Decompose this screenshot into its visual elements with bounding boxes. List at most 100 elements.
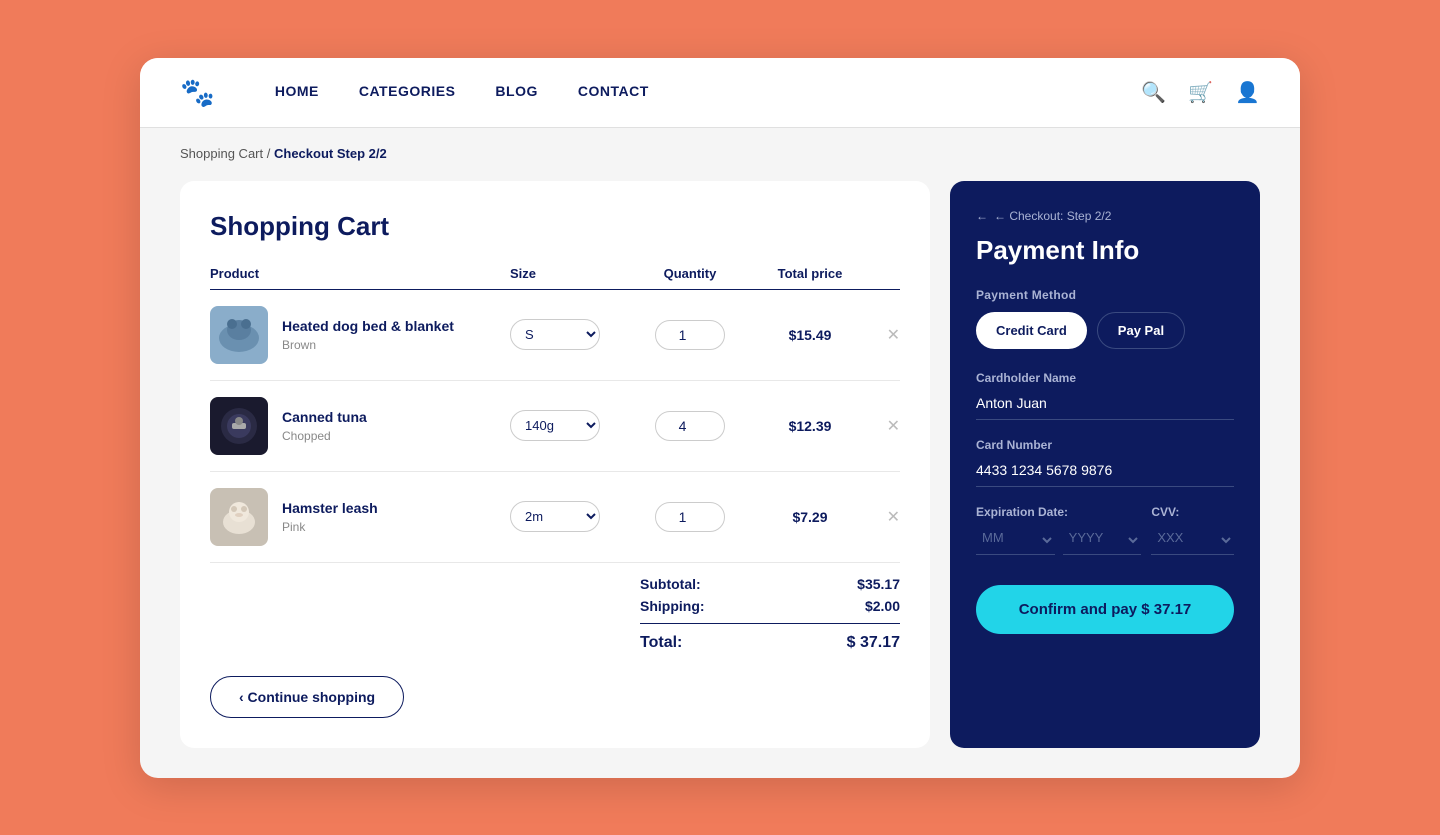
table-row: Canned tuna Chopped 140g280g400g $12.39 … [210, 381, 900, 472]
qty-cell-2 [630, 411, 750, 441]
qty-input-1[interactable] [655, 320, 725, 350]
cardholder-label: Cardholder Name [976, 371, 1234, 385]
size-select-2[interactable]: 140g280g400g [510, 410, 600, 441]
size-cell-1: SMLXL [510, 319, 630, 350]
shipping-line: Shipping: $2.00 [640, 595, 900, 617]
product-cell-2: Canned tuna Chopped [210, 397, 510, 455]
expiry-group: Expiration Date: MM 01020304 05060708 09… [976, 505, 1141, 555]
checkout-step-label: ← Checkout: Step 2/2 [994, 209, 1111, 223]
product-name-1: Heated dog bed & blanket [282, 317, 454, 335]
expiry-year-select[interactable]: YYYY 20242025202620272028 [1063, 525, 1142, 555]
cvv-select[interactable]: XXX [1151, 525, 1234, 555]
cart-panel: Shopping Cart Product Size Quantity Tota… [180, 181, 930, 748]
totals-row: Subtotal: $35.17 Shipping: $2.00 Total: … [210, 563, 900, 660]
remove-btn-1[interactable]: ✕ [887, 325, 900, 345]
page-wrapper: 🐾 HOME CATEGORIES BLOG CONTACT 🔍 🛒 👤 Sho… [140, 58, 1300, 778]
remove-cell-1: ✕ [870, 325, 900, 345]
table-row: Hamster leash Pink 1m2m3m $7.29 ✕ [210, 472, 900, 563]
expiry-selects: MM 01020304 05060708 09101112 YYYY 20242… [976, 525, 1141, 555]
nav-blog[interactable]: BLOG [495, 83, 537, 99]
checkout-back: ← ← Checkout: Step 2/2 [976, 209, 1234, 223]
size-cell-3: 1m2m3m [510, 501, 630, 532]
product-info-3: Hamster leash Pink [282, 499, 378, 533]
navbar: 🐾 HOME CATEGORIES BLOG CONTACT 🔍 🛒 👤 [140, 58, 1300, 128]
nav-links: HOME CATEGORIES BLOG CONTACT [275, 83, 1141, 101]
shipping-value: $2.00 [865, 598, 900, 614]
search-icon[interactable]: 🔍 [1141, 80, 1166, 105]
total-label: Total: [640, 634, 682, 652]
remove-btn-2[interactable]: ✕ [887, 416, 900, 436]
shipping-label: Shipping: [640, 598, 705, 614]
nav-actions: 🔍 🛒 👤 [1141, 80, 1260, 105]
product-info-1: Heated dog bed & blanket Brown [282, 317, 454, 351]
size-select-3[interactable]: 1m2m3m [510, 501, 600, 532]
payment-title: Payment Info [976, 235, 1234, 266]
breadcrumb-current: Checkout Step 2/2 [274, 146, 387, 161]
product-name-3: Hamster leash [282, 499, 378, 517]
product-cell-3: Hamster leash Pink [210, 488, 510, 546]
remove-cell-2: ✕ [870, 416, 900, 436]
cardholder-input[interactable] [976, 391, 1234, 420]
cvv-label: CVV: [1151, 505, 1234, 519]
price-cell-1: $15.49 [750, 327, 870, 343]
cardholder-field: Cardholder Name [976, 371, 1234, 420]
breadcrumb-separator: / [267, 146, 274, 161]
totals-table: Subtotal: $35.17 Shipping: $2.00 Total: … [640, 573, 900, 656]
product-sub-1: Brown [282, 338, 454, 352]
credit-card-button[interactable]: Credit Card [976, 312, 1087, 349]
card-number-input[interactable] [976, 458, 1234, 487]
remove-cell-3: ✕ [870, 507, 900, 527]
cart-title: Shopping Cart [210, 211, 900, 242]
nav-home[interactable]: HOME [275, 83, 319, 99]
main-content: Shopping Cart Product Size Quantity Tota… [140, 171, 1300, 778]
nav-contact[interactable]: CONTACT [578, 83, 649, 99]
cart-bottom: ‹ Continue shopping [210, 676, 900, 718]
col-product: Product [210, 266, 510, 281]
confirm-pay-button[interactable]: Confirm and pay $ 37.17 [976, 585, 1234, 634]
card-number-field: Card Number [976, 438, 1234, 487]
cart-table-header: Product Size Quantity Total price [210, 266, 900, 290]
product-image-2 [210, 397, 268, 455]
col-quantity: Quantity [630, 266, 750, 281]
remove-btn-3[interactable]: ✕ [887, 507, 900, 527]
product-sub-2: Chopped [282, 429, 367, 443]
payment-panel: ← ← Checkout: Step 2/2 Payment Info Paym… [950, 181, 1260, 748]
col-total-price: Total price [750, 266, 870, 281]
subtotal-label: Subtotal: [640, 576, 701, 592]
cvv-group: CVV: XXX [1151, 505, 1234, 555]
card-number-label: Card Number [976, 438, 1234, 452]
total-line: Total: $ 37.17 [640, 630, 900, 656]
col-remove [870, 266, 900, 281]
breadcrumb-shopping-cart[interactable]: Shopping Cart [180, 146, 263, 161]
totals-divider [640, 623, 900, 624]
qty-input-3[interactable] [655, 502, 725, 532]
table-row: Heated dog bed & blanket Brown SMLXL $15… [210, 290, 900, 381]
back-arrow-icon: ← [976, 209, 988, 223]
expiry-cvv-row: Expiration Date: MM 01020304 05060708 09… [976, 505, 1234, 555]
subtotal-value: $35.17 [857, 576, 900, 592]
total-value: $ 37.17 [847, 634, 900, 652]
col-size: Size [510, 266, 630, 281]
nav-categories[interactable]: CATEGORIES [359, 83, 456, 99]
product-image-1 [210, 306, 268, 364]
qty-cell-1 [630, 320, 750, 350]
breadcrumb: Shopping Cart / Checkout Step 2/2 [140, 128, 1300, 171]
payment-method-row: Credit Card Pay Pal [976, 312, 1234, 349]
qty-cell-3 [630, 502, 750, 532]
product-info-2: Canned tuna Chopped [282, 408, 367, 442]
size-cell-2: 140g280g400g [510, 410, 630, 441]
price-cell-2: $12.39 [750, 418, 870, 434]
continue-shopping-button[interactable]: ‹ Continue shopping [210, 676, 404, 718]
logo-icon: 🐾 [180, 76, 215, 109]
product-sub-3: Pink [282, 520, 378, 534]
payment-method-label: Payment Method [976, 288, 1234, 302]
user-icon[interactable]: 👤 [1235, 80, 1260, 105]
qty-input-2[interactable] [655, 411, 725, 441]
cart-icon[interactable]: 🛒 [1188, 80, 1213, 105]
expiry-month-select[interactable]: MM 01020304 05060708 09101112 [976, 525, 1055, 555]
expiry-label: Expiration Date: [976, 505, 1141, 519]
price-cell-3: $7.29 [750, 509, 870, 525]
paypal-button[interactable]: Pay Pal [1097, 312, 1185, 349]
product-name-2: Canned tuna [282, 408, 367, 426]
size-select-1[interactable]: SMLXL [510, 319, 600, 350]
